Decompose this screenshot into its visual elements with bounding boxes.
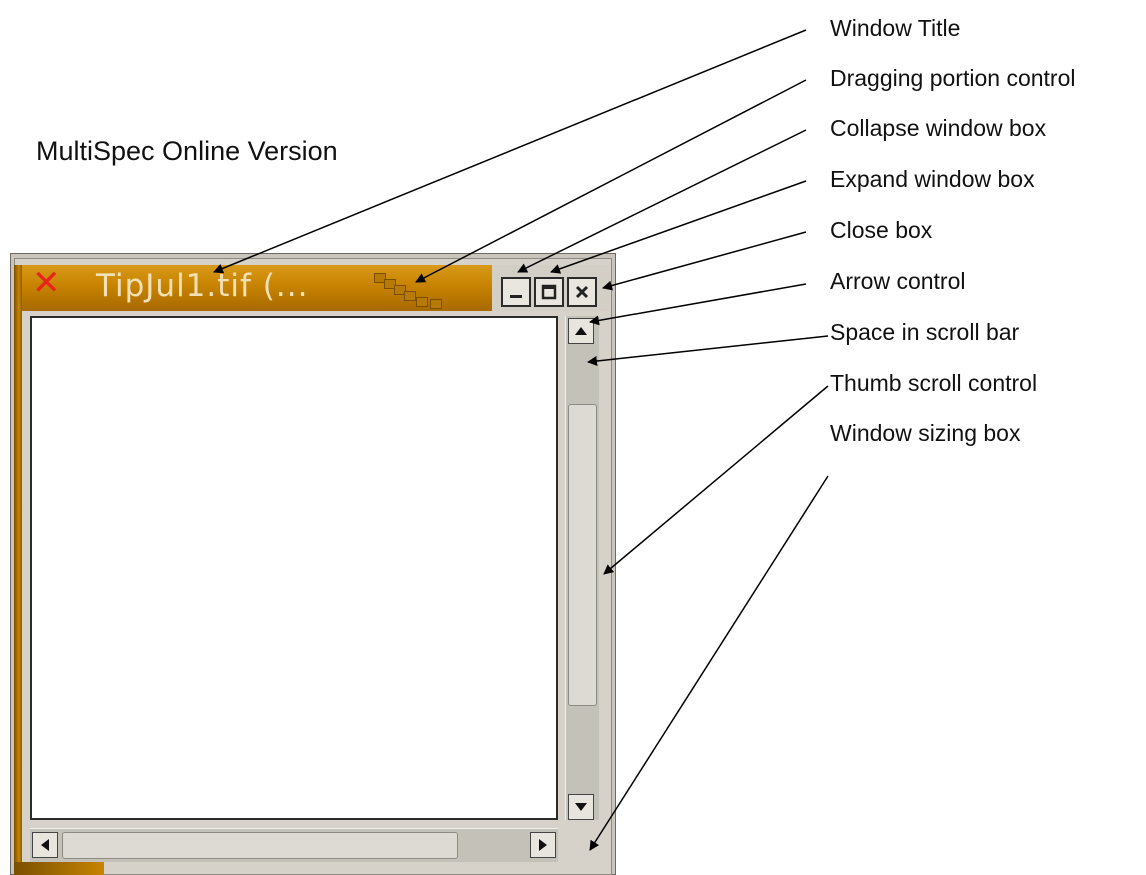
leader-scroll-space <box>587 335 829 367</box>
leader-window-title <box>213 29 807 274</box>
leader-close-box <box>602 231 807 291</box>
leader-thumb-control <box>603 385 829 575</box>
leader-collapse-box <box>517 129 807 273</box>
leader-arrow-control <box>589 283 807 326</box>
leader-sizing-box <box>589 475 829 851</box>
leader-expand-box <box>550 180 807 274</box>
callout-leaders <box>213 29 829 851</box>
